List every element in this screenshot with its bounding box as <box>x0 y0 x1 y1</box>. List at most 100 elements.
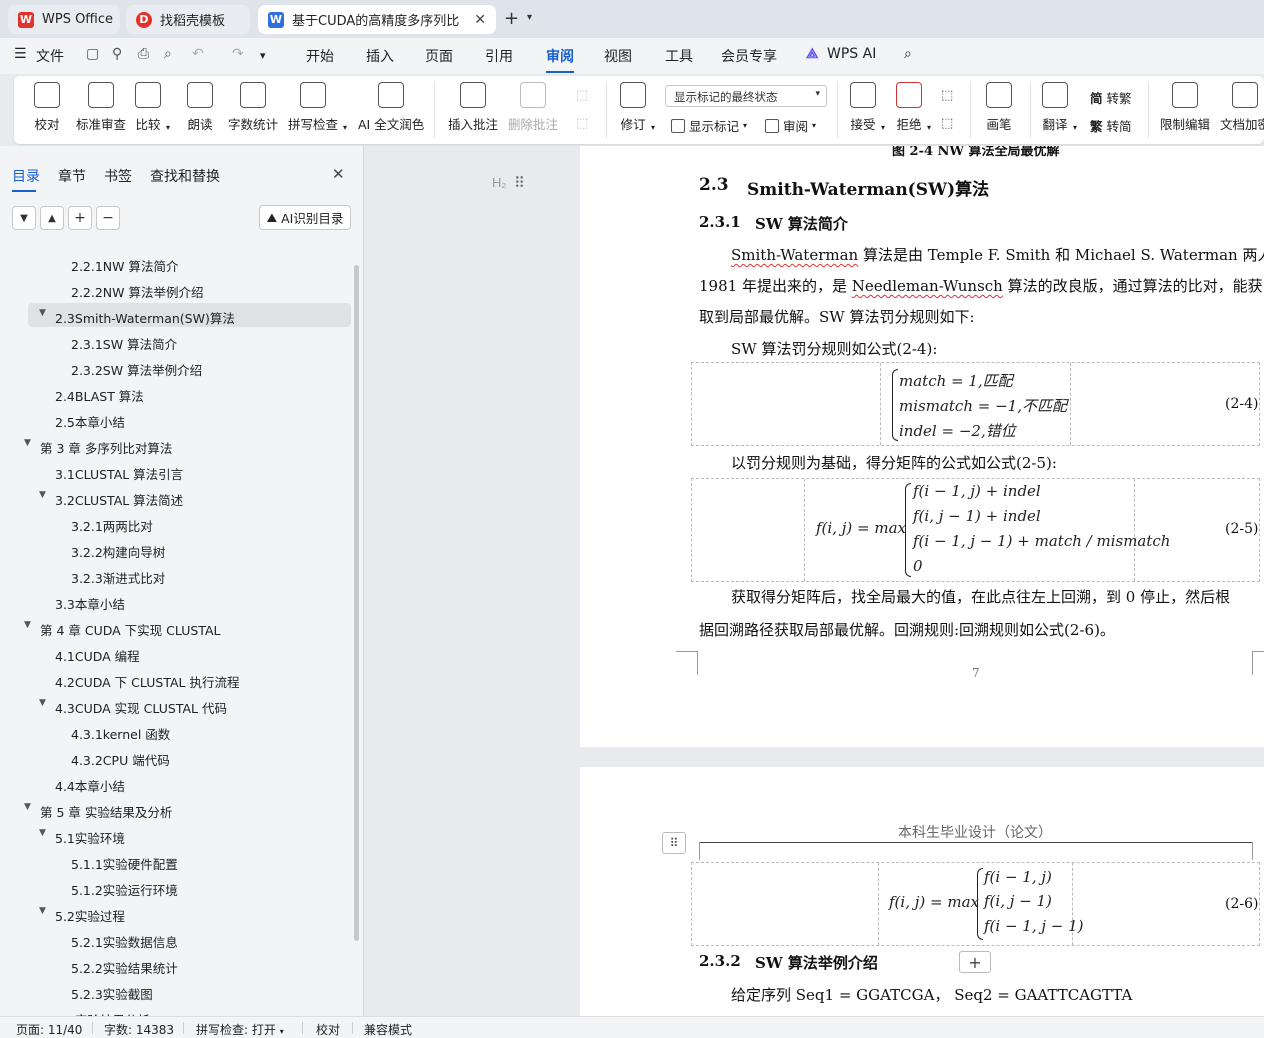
expand-arrow-icon[interactable]: ▼ <box>39 490 46 500</box>
toc-item[interactable]: ▼ 2.3Smith-Waterman(SW)算法 <box>39 308 235 327</box>
chevron-down-icon[interactable]: ▾ <box>527 12 532 23</box>
expand-arrow-icon[interactable]: ▼ <box>39 906 46 916</box>
toc-item[interactable]: 5.2.2实验结果统计 <box>71 958 178 977</box>
prev-comment-icon[interactable]: ⬚ <box>576 88 588 103</box>
tab-find-replace[interactable]: 查找和替换 <box>150 166 220 186</box>
delete-comment-button[interactable]: 删除批注 <box>508 82 558 133</box>
expand-arrow-icon[interactable]: ▼ <box>39 698 46 708</box>
search-icon[interactable]: ⌕ <box>904 46 912 62</box>
toc-item[interactable]: 4.2CUDA 下 CLUSTAL 执行流程 <box>55 672 239 691</box>
tab-bookmarks[interactable]: 书签 <box>104 166 132 186</box>
toc-item[interactable]: 3.1CLUSTAL 算法引言 <box>55 464 183 483</box>
expand-arrow-icon[interactable]: ▼ <box>24 620 31 630</box>
menu-membership[interactable]: 会员专享 <box>721 46 777 66</box>
toc-item[interactable]: ▼ 第 5 章 实验结果及分析 <box>24 802 172 821</box>
toc-item[interactable]: 5.1.2实验运行环境 <box>71 880 178 899</box>
toc-item[interactable]: ▼ 第 3 章 多序列比对算法 <box>24 438 172 457</box>
restrict-edit-button[interactable]: 限制编辑 <box>1160 82 1210 133</box>
add-row-button[interactable]: + <box>959 951 991 973</box>
tab-document[interactable]: W 基于CUDA的高精度多序列比... ✕ <box>258 5 496 34</box>
remove-heading-button[interactable]: − <box>96 206 120 230</box>
markup-state-select[interactable]: 显示标记的最终状态 ▾ <box>665 85 827 107</box>
toc-item[interactable]: 4.3.2CPU 端代码 <box>71 750 170 769</box>
menu-insert[interactable]: 插入 <box>366 46 394 66</box>
compare-button[interactable]: 比较 ▾ <box>135 82 170 133</box>
ai-polish-button[interactable]: AI 全文润色 <box>358 82 424 133</box>
show-markup-button[interactable]: 显示标记 ▾ <box>671 116 747 135</box>
drag-handle-icon[interactable]: ⠿ <box>514 174 525 192</box>
next-change-icon[interactable]: ⬚ <box>941 116 953 131</box>
close-pane-icon[interactable]: ✕ <box>332 165 345 183</box>
prev-change-icon[interactable]: ⬚ <box>941 88 953 103</box>
expand-arrow-icon[interactable]: ▼ <box>39 308 46 318</box>
menu-review[interactable]: 审阅 <box>546 46 574 73</box>
menu-reference[interactable]: 引用 <box>485 46 513 66</box>
hamburger-icon[interactable]: ☰ <box>14 46 27 62</box>
doc-encrypt-button[interactable]: 文档加密 <box>1220 82 1264 133</box>
table-move-handle-icon[interactable]: ⠿ <box>662 832 686 854</box>
menu-page[interactable]: 页面 <box>425 46 453 66</box>
toc-item[interactable]: ▼ 第 4 章 CUDA 下实现 CLUSTAL <box>24 620 221 639</box>
toc-item[interactable]: 3.3本章小结 <box>55 594 125 613</box>
toc-item[interactable]: 3.2.3渐进式比对 <box>71 568 165 587</box>
ink-button[interactable]: 画笔 <box>986 82 1012 133</box>
toc-item[interactable]: 3.2.2构建向导树 <box>71 542 165 561</box>
collapse-up-button[interactable]: ▲ <box>40 206 64 230</box>
word-count-button[interactable]: 字数统计 <box>228 82 278 133</box>
expand-arrow-icon[interactable]: ▼ <box>24 802 31 812</box>
spell-check-status[interactable]: 拼写检查: 打开 ▾ <box>196 1021 284 1038</box>
toc-item[interactable]: 4.3.1kernel 函数 <box>71 724 170 743</box>
menu-view[interactable]: 视图 <box>604 46 632 66</box>
toc-item[interactable]: 5.2.1实验数据信息 <box>71 932 178 951</box>
toc-item[interactable]: ▼ 4.3CUDA 实现 CLUSTAL 代码 <box>39 698 227 717</box>
save-icon[interactable]: ▢ <box>86 46 99 62</box>
accept-button[interactable]: 接受 ▾ <box>850 82 885 133</box>
to-simplified-button[interactable]: 繁转简 <box>1090 116 1132 135</box>
standard-review-button[interactable]: 标准审查 <box>76 82 126 133</box>
toc-item[interactable]: 2.2.1NW 算法简介 <box>71 256 179 275</box>
toc-scrollbar[interactable] <box>354 265 359 941</box>
more-chevron-icon[interactable]: ▾ <box>260 49 266 62</box>
toc-item[interactable]: ▼ 3.2CLUSTAL 算法简述 <box>39 490 183 509</box>
toc-item[interactable]: 5.1.1实验硬件配置 <box>71 854 178 873</box>
expand-arrow-icon[interactable]: ▼ <box>39 828 46 838</box>
toc-item[interactable]: 2.3.2SW 算法举例介绍 <box>71 360 202 379</box>
tab-templates[interactable]: D 找稻壳模板 <box>126 5 250 34</box>
proof-status[interactable]: 校对 <box>316 1021 340 1038</box>
toc-item[interactable]: 4.4本章小结 <box>55 776 125 795</box>
expand-arrow-icon[interactable]: ▼ <box>24 438 31 448</box>
ai-toc-button[interactable]: ⛰ AI识别目录 <box>259 205 351 230</box>
word-count[interactable]: 字数: 14383 <box>104 1021 174 1038</box>
toc-item[interactable]: 2.4BLAST 算法 <box>55 386 144 405</box>
read-aloud-button[interactable]: 朗读 <box>187 82 213 133</box>
tab-toc[interactable]: 目录 <box>12 166 40 192</box>
page-indicator[interactable]: 页面: 11/40 <box>16 1021 82 1038</box>
redo-icon[interactable]: ↷ <box>232 46 244 62</box>
translate-button[interactable]: 翻译 ▾ <box>1042 82 1077 133</box>
collapse-down-button[interactable]: ▼ <box>12 206 36 230</box>
toc-item[interactable]: 5.2.3实验截图 <box>71 984 153 1003</box>
add-heading-button[interactable]: + <box>68 206 92 230</box>
close-tab-icon[interactable]: ✕ <box>474 12 486 28</box>
toc-item[interactable]: 2.3.1SW 算法简介 <box>71 334 177 353</box>
proofread-button[interactable]: 校对 <box>34 82 60 133</box>
toc-item[interactable]: 2.5本章小结 <box>55 412 125 431</box>
toc-item[interactable]: 4.1CUDA 编程 <box>55 646 140 665</box>
menu-home[interactable]: 开始 <box>306 46 334 66</box>
reject-button[interactable]: 拒绝 ▾ <box>896 82 931 133</box>
menu-file[interactable]: 文件 <box>36 46 64 66</box>
toc-item[interactable]: ▼ 5.2实验过程 <box>39 906 125 925</box>
to-traditional-button[interactable]: 简转繁 <box>1090 88 1132 107</box>
spell-check-button[interactable]: 拼写检查 ▾ <box>288 82 347 133</box>
tab-chapters[interactable]: 章节 <box>58 166 86 186</box>
review-pane-button[interactable]: 审阅 ▾ <box>765 116 816 135</box>
new-tab-icon[interactable]: + <box>504 8 519 29</box>
revise-button[interactable]: 修订 ▾ <box>620 82 655 133</box>
undo-icon[interactable]: ↶ <box>192 46 204 62</box>
menu-tools[interactable]: 工具 <box>665 46 693 66</box>
menu-wps-ai[interactable]: WPS AI <box>827 46 876 62</box>
tab-wps-office[interactable]: W WPS Office <box>8 5 120 34</box>
toc-item[interactable]: 3.2.1两两比对 <box>71 516 153 535</box>
insert-comment-button[interactable]: 插入批注 <box>448 82 498 133</box>
toc-item[interactable]: 2.2.2NW 算法举例介绍 <box>71 282 204 301</box>
